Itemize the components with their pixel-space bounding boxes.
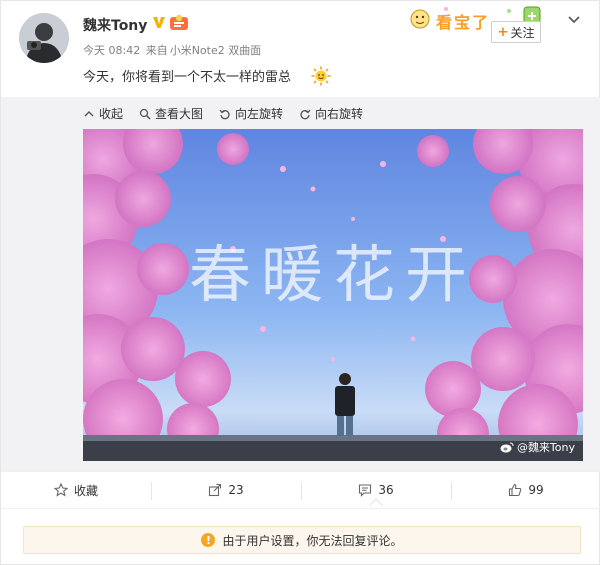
rotate-right-button[interactable]: 向右旋转	[299, 105, 363, 122]
source-prefix: 来自	[145, 44, 168, 57]
warning-icon: !	[201, 533, 216, 547]
forward-icon	[209, 483, 222, 497]
post-source[interactable]: 小米Note2 双曲面	[170, 44, 262, 57]
sticker-text: 看宝了	[436, 13, 491, 32]
verified-v-icon	[153, 17, 165, 28]
follow-label: 关注	[510, 25, 535, 40]
media-toolbar: 收起 查看大图 向左旋转 向右旋转	[83, 105, 363, 122]
rotate-right-label: 向右旋转	[315, 107, 364, 121]
rotate-left-icon	[219, 109, 230, 119]
rotate-left-label: 向左旋转	[235, 107, 284, 121]
active-caret-icon	[369, 498, 383, 507]
collapse-label: 收起	[99, 107, 124, 121]
favorite-label: 收藏	[73, 483, 98, 498]
post-meta: 今天 08:42 来自 小米Note2 双曲面	[83, 42, 263, 58]
collapse-icon	[84, 110, 94, 116]
like-count: 99	[528, 483, 544, 497]
reply-disabled-notice: ! 由于用户设置，你无法回复评论。	[23, 526, 581, 554]
chevron-down-icon[interactable]	[567, 15, 581, 25]
view-full-image-label: 查看大图	[155, 107, 204, 121]
action-bar: 收藏 23 36 99	[1, 471, 600, 509]
comment-button[interactable]: 36	[301, 472, 451, 508]
post-photo[interactable]: 春暖花开 @魏来Tony	[83, 129, 583, 461]
favorite-button[interactable]: 收藏	[1, 472, 151, 508]
media-panel: 收起 查看大图 向左旋转 向右旋转 春暖花开 @魏来Tony	[1, 97, 600, 471]
post-time[interactable]: 今天 08:42	[83, 44, 140, 57]
post-text: 今天，你将看到一个不太一样的雷总	[83, 70, 292, 85]
zoom-icon	[139, 108, 151, 120]
weibo-post-card: 魏来Tony 今天 08:42 来自 小米Note2 双曲面 今天，你将看到一个不…	[0, 0, 600, 565]
photo-headline: 春暖花开	[188, 238, 477, 311]
star-icon	[53, 483, 68, 497]
watermark-text: @魏来Tony	[516, 441, 575, 454]
username[interactable]: 魏来Tony	[83, 15, 147, 35]
weibo-logo-icon	[500, 442, 514, 452]
rotate-left-button[interactable]: 向左旋转	[219, 105, 283, 122]
view-full-image-button[interactable]: 查看大图	[139, 105, 203, 122]
forward-count: 23	[228, 483, 244, 497]
like-button[interactable]: 99	[451, 472, 600, 508]
member-badge-icon	[170, 14, 188, 30]
weibo-watermark: @魏来Tony	[500, 439, 575, 455]
avatar[interactable]	[19, 13, 69, 63]
notice-text: 由于用户设置，你无法回复评论。	[222, 533, 403, 548]
forward-button[interactable]: 23	[151, 472, 301, 508]
rotate-right-icon	[300, 109, 311, 119]
plus-icon: +	[497, 24, 509, 40]
follow-button[interactable]: + 关注	[491, 21, 541, 43]
like-icon	[509, 483, 522, 497]
collapse-button[interactable]: 收起	[83, 105, 123, 122]
sun-emoji-icon	[311, 66, 331, 86]
